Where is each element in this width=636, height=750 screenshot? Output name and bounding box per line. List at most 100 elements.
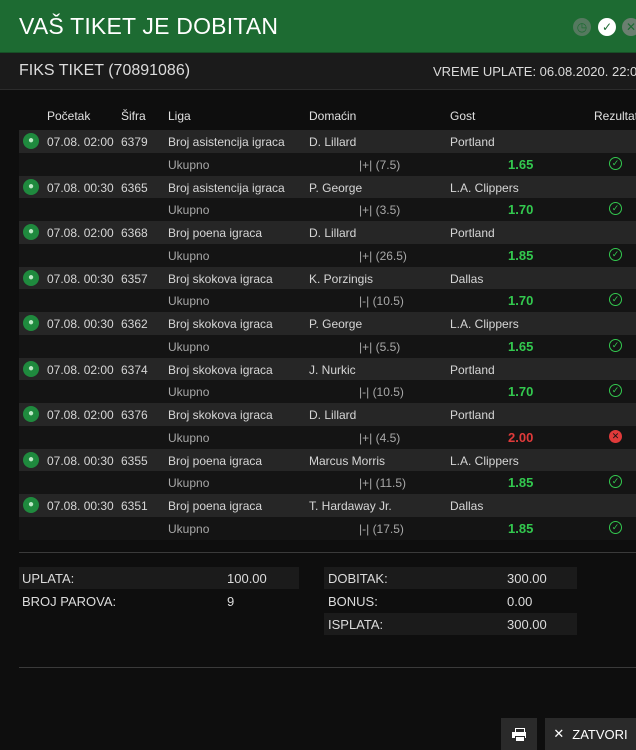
row-league: Broj skokova igraca [168,271,273,286]
row-league: Broj skokova igraca [168,362,273,377]
basketball-icon: ● [23,360,39,377]
pairs-value: 9 [227,594,235,609]
row-away: Dallas [450,499,484,513]
table-subrow: Ukupno |+| (7.5) 1.65 ✓ [19,152,636,176]
check-circle-icon: ✓ [609,475,622,489]
row-odds: 1.85 [508,475,534,491]
clock-icon[interactable]: ◷ [573,18,591,36]
row-tip: |+| (3.5) [359,203,401,218]
stake-label: UPLATA: [22,571,75,586]
row-league: Broj poena igraca [168,499,263,513]
x-circle-icon: ✕ [609,429,622,443]
summary-row: BROJ PAROVA: 9 BONUS: 0.00 [19,590,636,613]
row-start: 07.08. 02:00 [47,408,114,422]
ticket-info-bar: FIKS TIKET (70891086) VREME UPLATE: 06.0… [0,53,636,90]
row-league: Broj poena igraca [168,453,263,468]
row-tip: |+| (7.5) [359,157,401,172]
row-code: 6357 [121,271,148,286]
payout-label: ISPLATA: [328,617,384,632]
row-code: 6362 [121,317,148,331]
row-home: K. Porzingis [309,271,374,286]
row-away: Portland [450,362,495,377]
close-icon[interactable]: ✕ [622,18,636,36]
close-button-label: ZATVORI [572,726,628,742]
row-odds: 1.85 [508,520,534,536]
row-tip: |-| (10.5) [359,294,404,309]
bonus-label: BONUS: [328,594,378,609]
row-home: P. George [309,180,363,195]
row-odds: 1.70 [508,293,534,309]
row-league: Broj asistencija igraca [168,180,285,195]
col-away: Gost [450,109,476,123]
table-header: Početak Šifra Liga Domaćin Gost Rezultat [19,106,636,128]
winnings-label: DOBITAK: [328,571,388,586]
table-row: ● 07.08. 02:00 6379 Broj asistencija igraca… [19,130,636,153]
row-tip: |+| (5.5) [359,339,401,354]
row-odds: 1.70 [508,384,534,400]
col-home: Domaćin [309,109,357,123]
row-bet-type: Ukupno [168,521,210,536]
row-code: 6379 [121,135,148,149]
payout-value: 300.00 [507,617,547,632]
basketball-icon: ● [23,406,39,422]
check-circle-icon: ✓ [609,156,622,170]
row-start: 07.08. 02:00 [47,226,114,240]
row-odds: 1.70 [508,202,534,218]
bonus-value: 0.00 [507,594,533,609]
basketball-icon: ● [23,451,39,468]
row-start: 07.08. 02:00 [47,135,114,149]
row-bet-type: Ukupno [168,294,210,309]
check-icon[interactable]: ✓ [598,18,616,36]
basketball-icon: ● [23,497,39,513]
row-away: L.A. Clippers [450,453,519,468]
row-tip: |-| (17.5) [359,521,404,536]
print-button[interactable] [501,718,537,750]
basketball-icon: ● [23,178,39,195]
row-home: P. George [309,317,363,331]
basketball-icon: ● [23,315,39,331]
row-home: J. Nurkic [309,362,356,377]
col-league: Liga [168,109,191,123]
row-home: D. Lillard [309,135,357,149]
row-code: 6355 [121,453,148,468]
table-row: ● 07.08. 00:30 6355 Broj poena igraca Marcus… [19,448,636,472]
row-start: 07.08. 02:00 [47,362,114,377]
row-league: Broj poena igraca [168,226,263,240]
row-home: D. Lillard [309,226,357,240]
row-league: Broj skokova igraca [168,317,273,331]
row-tip: |+| (26.5) [359,248,407,263]
close-button[interactable]: ✕ ZATVORI [545,718,636,750]
table-row: ● 07.08. 02:00 6368 Broj poena igraca D. Lil… [19,221,636,244]
row-bet-type: Ukupno [168,430,210,445]
modal-header: VAŠ TIKET JE DOBITAN ◷ ✓ ✕ [0,0,636,53]
table-subrow: Ukupno |-| (17.5) 1.85 ✓ [19,516,636,540]
col-code: Šifra [121,109,146,123]
payment-time: VREME UPLATE: 06.08.2020. 22:08 [433,64,636,79]
pairs-label: BROJ PAROVA: [22,594,117,609]
divider [19,667,636,668]
row-start: 07.08. 00:30 [47,453,114,468]
table-subrow: Ukupno |-| (10.5) 1.70 ✓ [19,380,636,403]
ticket-summary: UPLATA: 100.00 DOBITAK: 300.00 BROJ PARO… [19,567,636,636]
table-subrow: Ukupno |+| (3.5) 1.70 ✓ [19,198,636,221]
check-circle-icon: ✓ [609,520,622,534]
ticket-name: FIKS TIKET (70891086) [19,62,191,79]
row-away: Dallas [450,271,484,286]
basketball-icon: ● [23,224,39,240]
row-odds: 1.85 [508,247,534,263]
col-result: Rezultat [594,109,636,123]
row-home: D. Lillard [309,408,357,422]
col-start: Početak [47,109,91,123]
row-start: 07.08. 00:30 [47,180,114,195]
row-tip: |+| (11.5) [359,476,407,491]
basketball-icon: ● [23,133,39,149]
summary-row: UPLATA: 100.00 DOBITAK: 300.00 [19,567,636,590]
basketball-icon: ● [23,269,39,286]
row-league: Broj skokova igraca [168,408,273,422]
row-bet-type: Ukupno [168,339,210,354]
check-circle-icon: ✓ [609,202,622,216]
row-away: Portland [450,408,495,422]
bets-table: ● 07.08. 02:00 6379 Broj asistencija igraca… [19,130,636,540]
modal-title: VAŠ TIKET JE DOBITAN [19,13,279,39]
row-home: T. Hardaway Jr. [309,499,392,513]
